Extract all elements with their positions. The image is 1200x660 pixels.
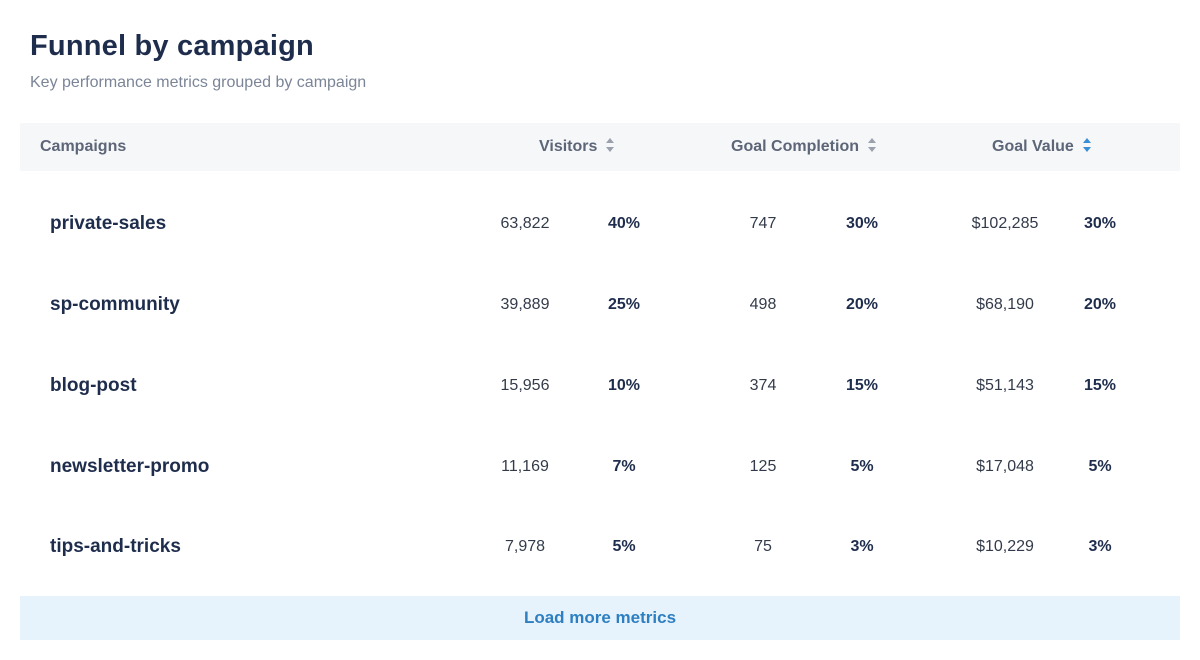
visitors-value: 7,978	[504, 538, 546, 555]
goal-value-amount: $17,048	[976, 458, 1034, 475]
goal-completion-value: 747	[749, 215, 777, 232]
campaign-name[interactable]: private-sales	[50, 183, 166, 264]
campaign-name[interactable]: blog-post	[50, 345, 137, 426]
goal-value-amount: $51,143	[976, 377, 1034, 394]
visitors-value: 63,822	[500, 215, 550, 232]
table-row[interactable]: tips-and-tricks 7,978 5% 75 3% $10,229 3…	[20, 506, 1180, 587]
goal-completion-value: 374	[749, 377, 777, 394]
goal-value-percent: 15%	[1083, 377, 1117, 394]
campaign-name[interactable]: newsletter-promo	[50, 426, 209, 507]
goal-completion-percent: 15%	[845, 377, 879, 394]
column-header-goal-completion-label: Goal Completion	[731, 138, 859, 155]
visitors-percent: 25%	[607, 296, 641, 313]
table-row[interactable]: newsletter-promo 11,169 7% 125 5% $17,04…	[20, 426, 1180, 507]
table-header: Campaigns Visitors Goal Completion Goal …	[20, 123, 1180, 171]
column-header-goal-value[interactable]: Goal Value	[992, 123, 1092, 171]
sort-icon[interactable]	[867, 135, 877, 155]
goal-completion-percent: 5%	[850, 458, 874, 475]
table-row[interactable]: sp-community 39,889 25% 498 20% $68,190 …	[20, 264, 1180, 345]
goal-value-percent: 3%	[1088, 538, 1112, 555]
table-row[interactable]: blog-post 15,956 10% 374 15% $51,143 15%	[20, 345, 1180, 426]
goal-value-percent: 20%	[1083, 296, 1117, 313]
goal-completion-percent: 3%	[850, 538, 874, 555]
load-more-button[interactable]: Load more metrics	[20, 596, 1180, 640]
goal-value-percent: 5%	[1088, 458, 1112, 475]
goal-value-amount: $10,229	[976, 538, 1034, 555]
goal-completion-value: 75	[754, 538, 772, 555]
goal-value-amount: $102,285	[971, 215, 1039, 232]
column-header-campaigns: Campaigns	[40, 123, 126, 171]
visitors-percent: 5%	[612, 538, 636, 555]
page-title: Funnel by campaign	[30, 30, 314, 62]
sort-icon[interactable]	[605, 135, 615, 155]
column-header-visitors[interactable]: Visitors	[539, 123, 615, 171]
sort-icon-active[interactable]	[1082, 135, 1092, 155]
campaign-name[interactable]: sp-community	[50, 264, 180, 345]
column-header-goal-completion[interactable]: Goal Completion	[731, 123, 877, 171]
goal-completion-percent: 20%	[845, 296, 879, 313]
column-header-goal-value-label: Goal Value	[992, 138, 1074, 155]
column-header-visitors-label: Visitors	[539, 138, 598, 155]
goal-completion-value: 125	[749, 458, 777, 475]
goal-value-percent: 30%	[1083, 215, 1117, 232]
visitors-value: 39,889	[500, 296, 550, 313]
visitors-value: 15,956	[500, 377, 550, 394]
visitors-value: 11,169	[501, 458, 549, 475]
column-header-campaigns-label: Campaigns	[40, 138, 127, 155]
visitors-percent: 40%	[607, 215, 641, 232]
goal-completion-value: 498	[749, 296, 777, 313]
table-row[interactable]: private-sales 63,822 40% 747 30% $102,28…	[20, 183, 1180, 264]
goal-completion-percent: 30%	[845, 215, 879, 232]
goal-value-amount: $68,190	[976, 296, 1034, 313]
page-subtitle: Key performance metrics grouped by campa…	[30, 74, 367, 91]
campaign-name[interactable]: tips-and-tricks	[50, 506, 181, 587]
visitors-percent: 7%	[612, 458, 636, 475]
visitors-percent: 10%	[607, 377, 641, 394]
